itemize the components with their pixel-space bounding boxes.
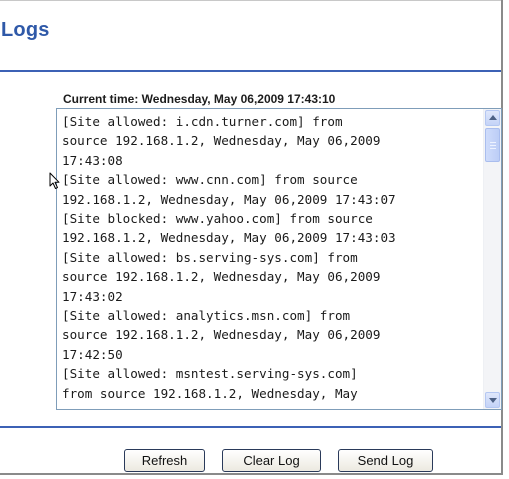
scroll-thumb[interactable] [485,128,500,162]
grip-line [490,148,496,149]
log-line: [Site allowed: msntest.serving-sys.com] [62,366,358,382]
header-divider [0,70,501,72]
log-line: [Site allowed: bs.serving-sys.com] from [62,249,358,265]
log-line: 17:43:02 [62,288,123,304]
log-line: 17:43:08 [62,152,123,168]
scroll-down-button[interactable] [485,392,500,408]
mouse-pointer-icon [49,172,60,189]
grip-line [490,142,496,143]
page-title: Logs [1,19,50,41]
header: Logs [0,0,501,70]
log-content: [Site allowed: i.cdn.turner.com] from sou… [62,112,480,403]
clear-log-button[interactable]: Clear Log [222,449,321,472]
log-line: 192.168.1.2, Wednesday, May 06,2009 17:4… [62,191,396,207]
chevron-up-icon [489,115,497,120]
send-log-button[interactable]: Send Log [338,449,433,472]
refresh-button[interactable]: Refresh [124,449,205,472]
log-line: [Site allowed: www.cnn.com] from source [62,172,358,188]
logs-page: Logs Current time: Wednesday, May 06,200… [0,0,503,475]
log-line: from source 192.168.1.2, Wednesday, May [62,385,358,401]
log-line: 192.168.1.2, Wednesday, May 06,2009 17:4… [62,230,396,246]
grip-line [490,145,496,146]
log-line: source 192.168.1.2, Wednesday, May 06,20… [62,133,381,149]
log-line: source 192.168.1.2, Wednesday, May 06,20… [62,327,381,343]
chevron-down-icon [489,398,497,403]
scroll-up-button[interactable] [485,110,500,126]
log-line: 17:42:50 [62,346,123,362]
log-scrollbar[interactable] [483,109,501,409]
log-line: [Site allowed: i.cdn.turner.com] from [62,114,343,129]
log-textarea[interactable]: [Site allowed: i.cdn.turner.com] from sou… [56,108,502,410]
footer-divider [0,426,501,428]
log-line: [Site blocked: www.yahoo.com] from sourc… [62,211,373,227]
log-line: source 192.168.1.2, Wednesday, May 06,20… [62,269,381,285]
log-line: [Site allowed: analytics.msn.com] from [62,308,351,324]
current-time-label: Current time: Wednesday, May 06,2009 17:… [63,92,336,106]
